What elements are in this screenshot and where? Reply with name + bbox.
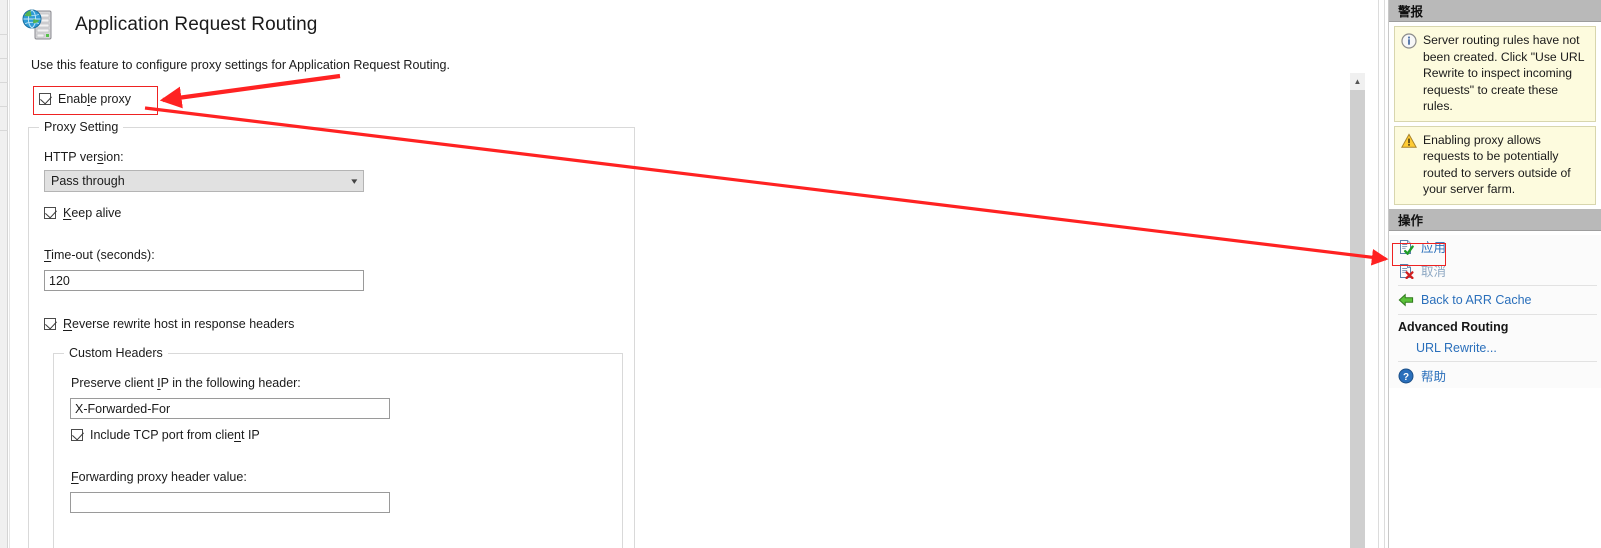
alert-info-text: Server routing rules have not been creat… xyxy=(1423,33,1585,113)
task-pane: 警报 Server routing rules have not been cr… xyxy=(1388,0,1601,548)
proxy-setting-legend: Proxy Setting xyxy=(39,120,124,134)
cancel-label: 取消 xyxy=(1421,265,1447,279)
timeout-label: Time-out (seconds): xyxy=(44,248,155,262)
apply-action[interactable]: 应用 xyxy=(1389,235,1601,259)
enable-proxy-highlight xyxy=(33,86,158,115)
http-version-label: HTTP version: xyxy=(44,150,124,164)
preserve-client-ip-label: Preserve client IP in the following head… xyxy=(71,376,301,390)
alert-info: Server routing rules have not been creat… xyxy=(1394,26,1596,122)
alerts-panel-header: 警报 xyxy=(1389,0,1601,22)
actions-separator-1 xyxy=(1398,284,1597,286)
include-tcp-port-checkbox[interactable] xyxy=(71,429,83,441)
include-tcp-port-label: Include TCP port from client IP xyxy=(90,428,260,442)
globe-server-icon xyxy=(21,6,59,44)
page-title: Application Request Routing xyxy=(75,14,318,35)
feature-content-pane: Application Request Routing Use this fea… xyxy=(11,0,1360,548)
content-vertical-scrollbar[interactable]: ▲ xyxy=(1350,73,1365,548)
warning-icon xyxy=(1400,132,1418,149)
arr-proxy-settings-screen: Application Request Routing Use this fea… xyxy=(0,0,1601,548)
pane-divider-left xyxy=(9,0,10,548)
custom-headers-legend: Custom Headers xyxy=(64,346,168,360)
apply-label: 应用 xyxy=(1421,241,1447,255)
cancel-action[interactable]: 取消 xyxy=(1389,259,1601,283)
include-tcp-port-row[interactable]: Include TCP port from client IP xyxy=(71,428,260,442)
pane-spacer xyxy=(1366,0,1367,548)
svg-text:?: ? xyxy=(1403,372,1409,383)
actions-panel-body: 应用 取消 Back to ARR Cache Advanced Routing… xyxy=(1389,234,1601,388)
actions-separator-2 xyxy=(1398,313,1597,315)
page-header: Application Request Routing xyxy=(21,6,317,44)
document-check-icon xyxy=(1398,239,1414,255)
info-icon xyxy=(1401,33,1417,49)
alert-warning-text: Enabling proxy allows requests to be pot… xyxy=(1423,132,1571,197)
keep-alive-row[interactable]: Keep alive xyxy=(44,206,121,220)
green-left-arrow-icon xyxy=(1398,292,1414,308)
reverse-rewrite-checkbox[interactable] xyxy=(44,318,56,330)
http-version-value: Pass through xyxy=(51,174,125,188)
reverse-rewrite-row[interactable]: Reverse rewrite host in response headers xyxy=(44,317,294,331)
keep-alive-checkbox[interactable] xyxy=(44,207,56,219)
help-icon: ? xyxy=(1398,368,1414,384)
help-label: 帮助 xyxy=(1421,370,1447,384)
pane-divider-b xyxy=(1384,0,1385,548)
connections-tree-strip[interactable] xyxy=(0,0,8,548)
alerts-panel-body: Server routing rules have not been creat… xyxy=(1389,22,1601,205)
page-description: Use this feature to configure proxy sett… xyxy=(31,58,450,72)
help-action[interactable]: ? 帮助 xyxy=(1389,364,1601,388)
reverse-rewrite-label: Reverse rewrite host in response headers xyxy=(63,317,295,331)
alert-warning: Enabling proxy allows requests to be pot… xyxy=(1394,125,1596,205)
actions-separator-3 xyxy=(1398,360,1597,362)
chevron-up-icon: ▲ xyxy=(1353,76,1362,86)
proxy-setting-group: Proxy Setting HTTP version: Pass through… xyxy=(28,120,635,548)
forwarding-proxy-header-label: Forwarding proxy header value: xyxy=(71,470,247,484)
custom-headers-group: Custom Headers Preserve client IP in the… xyxy=(53,346,623,548)
back-to-arr-cache-action[interactable]: Back to ARR Cache xyxy=(1389,288,1601,312)
document-x-icon xyxy=(1398,263,1414,279)
keep-alive-label: Keep alive xyxy=(63,206,122,220)
forwarding-proxy-header-input[interactable] xyxy=(70,492,390,513)
url-rewrite-label: URL Rewrite... xyxy=(1416,340,1497,355)
pane-divider-a xyxy=(1378,0,1379,548)
url-rewrite-action[interactable]: URL Rewrite... xyxy=(1389,337,1601,359)
actions-panel-header: 操作 xyxy=(1389,208,1601,231)
advanced-routing-heading: Advanced Routing xyxy=(1398,319,1509,334)
timeout-input[interactable] xyxy=(44,270,364,291)
scroll-up-button[interactable]: ▲ xyxy=(1350,73,1365,90)
preserve-client-ip-input[interactable] xyxy=(70,398,390,419)
alerts-panel-title: 警报 xyxy=(1398,5,1424,19)
back-to-arr-cache-label: Back to ARR Cache xyxy=(1421,292,1532,307)
chevron-down-icon: ▾ xyxy=(351,175,358,186)
actions-panel-title: 操作 xyxy=(1398,213,1424,228)
http-version-combobox[interactable]: Pass through ▾ xyxy=(44,170,364,192)
